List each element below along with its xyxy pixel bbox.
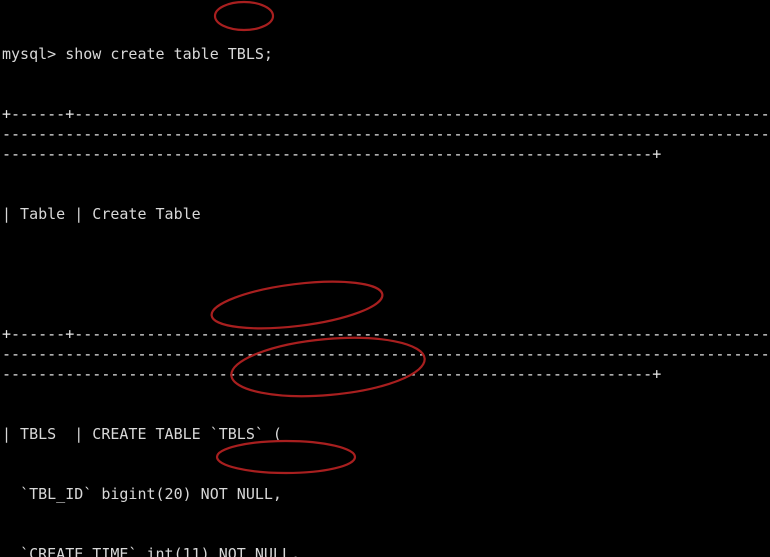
- terminal-line-prompt: mysql> show create table TBLS;: [2, 45, 273, 63]
- terminal-line-ddl-open: | TBLS | CREATE TABLE `TBLS` (: [2, 425, 282, 443]
- terminal-window: mysql> show create table TBLS; +------+-…: [0, 0, 770, 557]
- terminal-line-rule-header: +------+--------------------------------…: [2, 325, 770, 383]
- terminal-line-header-blank: [2, 264, 770, 284]
- terminal-screen[interactable]: mysql> show create table TBLS; +------+-…: [0, 0, 770, 557]
- terminal-line-col-tbl-id: `TBL_ID` bigint(20) NOT NULL,: [2, 485, 282, 503]
- terminal-line-header-row: | Table | Create Table: [2, 205, 201, 223]
- terminal-line-rule-top: +------+--------------------------------…: [2, 105, 770, 163]
- terminal-line-col-create-time: `CREATE_TIME` int(11) NOT NULL,: [2, 545, 301, 557]
